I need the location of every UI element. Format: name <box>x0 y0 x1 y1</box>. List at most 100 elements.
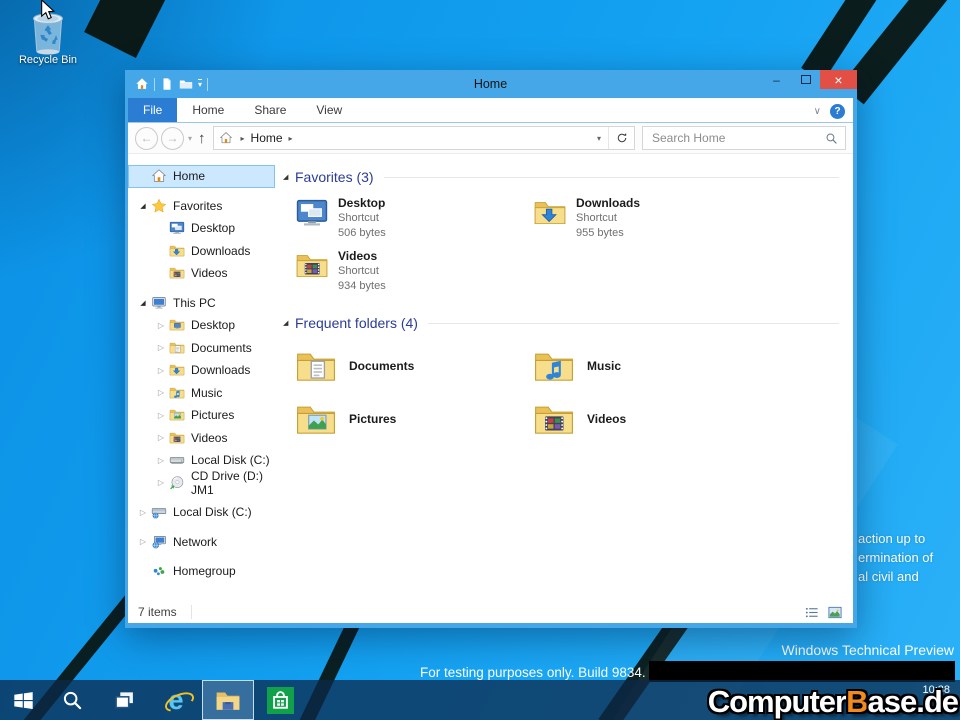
sidebar-item-icon <box>169 265 185 281</box>
sidebar-item-icon <box>151 198 167 214</box>
file-list: ◢ Favorites (3) Desktop Shortcut 506 byt… <box>275 154 853 601</box>
sidebar-item-icon <box>169 430 185 446</box>
task-view-button[interactable] <box>98 680 150 720</box>
tree-expander-icon[interactable]: ◢ <box>135 299 151 307</box>
file-explorer-button[interactable] <box>202 680 254 720</box>
sidebar-item-downloads[interactable]: ▷ Downloads <box>128 359 275 382</box>
sidebar-item-label: Network <box>173 535 217 549</box>
file-explorer-icon <box>215 687 241 713</box>
license-line: action up to <box>858 529 933 548</box>
properties-icon[interactable] <box>160 77 174 91</box>
refresh-button[interactable] <box>608 127 634 149</box>
address-dropdown-icon[interactable]: ▾ <box>590 134 608 143</box>
customize-qat-dropdown[interactable]: ▾ <box>198 79 202 89</box>
search-input[interactable] <box>650 130 825 146</box>
up-button[interactable]: ↑ <box>198 130 206 147</box>
sidebar-item-local-disk-c-[interactable]: ▷ Local Disk (C:) <box>128 501 275 524</box>
start-button[interactable] <box>0 680 46 720</box>
address-box[interactable]: ▸ Home ▸ ▾ <box>213 126 635 150</box>
title-bar[interactable]: ▾ Home – × <box>128 70 853 98</box>
tile-desktop[interactable]: Desktop Shortcut 506 bytes <box>295 194 533 247</box>
file-type: Shortcut <box>338 211 386 226</box>
tree-expander-icon[interactable]: ▷ <box>153 433 169 442</box>
breadcrumb-separator[interactable]: ▸ <box>283 134 299 143</box>
explorer-home-icon[interactable] <box>135 77 149 91</box>
task-view-icon <box>114 690 135 711</box>
tab-home[interactable]: Home <box>177 98 239 122</box>
tab-share[interactable]: Share <box>239 98 301 122</box>
sidebar-item-documents[interactable]: ▷ Documents <box>128 337 275 360</box>
maximize-button[interactable] <box>791 70 820 89</box>
tile-documents[interactable]: Documents <box>295 340 533 393</box>
sidebar-item-this-pc[interactable]: ◢ This PC <box>128 292 275 315</box>
thumbnails-view-button[interactable] <box>827 605 843 620</box>
tile-pictures[interactable]: Pictures <box>295 393 533 446</box>
window-title: Home <box>128 77 853 91</box>
sidebar-item-label: Music <box>191 386 222 400</box>
sidebar-item-videos[interactable]: Videos <box>128 262 275 285</box>
sidebar-item-network[interactable]: ▷ Network <box>128 531 275 554</box>
ribbon-collapse-icon[interactable]: ∨ <box>814 106 821 117</box>
tree-expander-icon[interactable]: ▷ <box>153 366 169 375</box>
sidebar-item-label: CD Drive (D:) JM1 <box>191 469 275 497</box>
tile-videos[interactable]: Videos Shortcut 934 bytes <box>295 247 533 300</box>
tree-expander-icon[interactable]: ▷ <box>153 321 169 330</box>
sidebar-item-home[interactable]: Home <box>128 165 275 188</box>
search-icon[interactable] <box>825 132 838 145</box>
file-icon <box>295 196 329 230</box>
sidebar-item-label: Local Disk (C:) <box>173 505 252 519</box>
sidebar-item-icon <box>169 243 185 259</box>
group-collapse-icon[interactable]: ◢ <box>283 173 295 181</box>
tab-view[interactable]: View <box>301 98 357 122</box>
sidebar-item-pictures[interactable]: ▷ Pictures <box>128 404 275 427</box>
taskbar-search-button[interactable] <box>46 680 98 720</box>
computerbase-logo: ComputerBase.de <box>708 687 958 717</box>
sidebar-item-desktop[interactable]: Desktop <box>128 217 275 240</box>
close-button[interactable]: × <box>820 70 857 89</box>
new-folder-icon[interactable] <box>179 77 193 91</box>
tree-expander-icon[interactable]: ▷ <box>153 478 169 487</box>
windows-logo-icon <box>13 690 34 711</box>
tree-expander-icon[interactable]: ▷ <box>135 508 151 517</box>
sidebar-item-desktop[interactable]: ▷ Desktop <box>128 314 275 337</box>
sidebar-item-downloads[interactable]: Downloads <box>128 240 275 263</box>
sidebar-item-videos[interactable]: ▷ Videos <box>128 427 275 450</box>
tree-expander-icon[interactable]: ▷ <box>153 411 169 420</box>
sidebar-item-homegroup[interactable]: Homegroup <box>128 560 275 583</box>
sidebar-item-favorites[interactable]: ◢ Favorites <box>128 195 275 218</box>
sidebar-item-cd-drive-d-jm1[interactable]: ▷ CD Drive (D:) JM1 <box>128 472 275 495</box>
details-view-button[interactable] <box>804 605 820 620</box>
internet-explorer-button[interactable]: e <box>150 680 202 720</box>
sidebar-item-label: Local Disk (C:) <box>191 453 270 467</box>
tree-expander-icon[interactable]: ▷ <box>153 388 169 397</box>
tile-downloads[interactable]: Downloads Shortcut 955 bytes <box>533 194 771 247</box>
back-button[interactable]: ← <box>135 127 158 150</box>
file-name: Downloads <box>576 196 640 211</box>
tree-expander-icon[interactable]: ◢ <box>135 202 151 210</box>
file-icon <box>295 399 337 441</box>
forward-button[interactable]: → <box>161 127 184 150</box>
separator <box>154 78 155 91</box>
items-count: 7 items <box>138 605 177 619</box>
breadcrumb-home-icon[interactable] <box>219 131 233 145</box>
search-box[interactable] <box>642 126 846 150</box>
sidebar-item-label: Downloads <box>191 244 250 258</box>
store-button[interactable] <box>254 680 306 720</box>
help-button[interactable]: ? <box>830 104 845 119</box>
sidebar-item-label: Desktop <box>191 318 235 332</box>
group-header[interactable]: ◢ Favorites (3) <box>295 167 845 187</box>
tab-file[interactable]: File <box>128 98 177 122</box>
sidebar-item-music[interactable]: ▷ Music <box>128 382 275 405</box>
tree-expander-icon[interactable]: ▷ <box>153 343 169 352</box>
minimize-button[interactable]: – <box>762 70 791 89</box>
tree-expander-icon[interactable]: ▷ <box>135 537 151 546</box>
recent-locations-dropdown[interactable]: ▾ <box>188 134 192 143</box>
tile-videos[interactable]: Videos <box>533 393 771 446</box>
group-collapse-icon[interactable]: ◢ <box>283 319 295 327</box>
group-header[interactable]: ◢ Frequent folders (4) <box>295 313 845 333</box>
file-meta: Desktop Shortcut 506 bytes <box>338 196 386 240</box>
tile-music[interactable]: Music <box>533 340 771 393</box>
sidebar-item-label: Documents <box>191 341 252 355</box>
breadcrumb[interactable]: Home <box>251 131 283 145</box>
tree-expander-icon[interactable]: ▷ <box>153 456 169 465</box>
